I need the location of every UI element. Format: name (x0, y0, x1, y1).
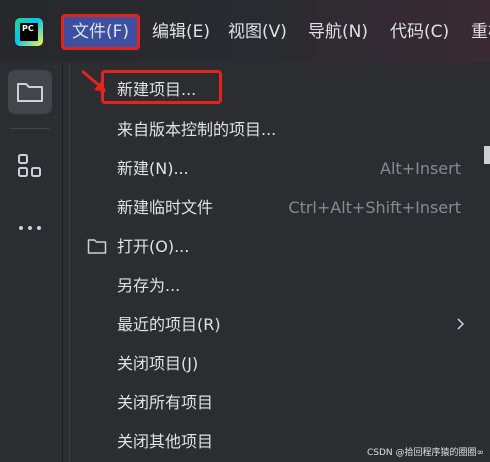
ide-window: PC 文件(F) 编辑(E) 视图(V) 导航(N) 代码(C) 重构 (0, 0, 490, 462)
annotation-arrow-icon (81, 69, 106, 92)
watermark: CSDN @拾回程序猿的圈圈∞ (366, 448, 484, 458)
scrollbar[interactable] (484, 146, 490, 164)
